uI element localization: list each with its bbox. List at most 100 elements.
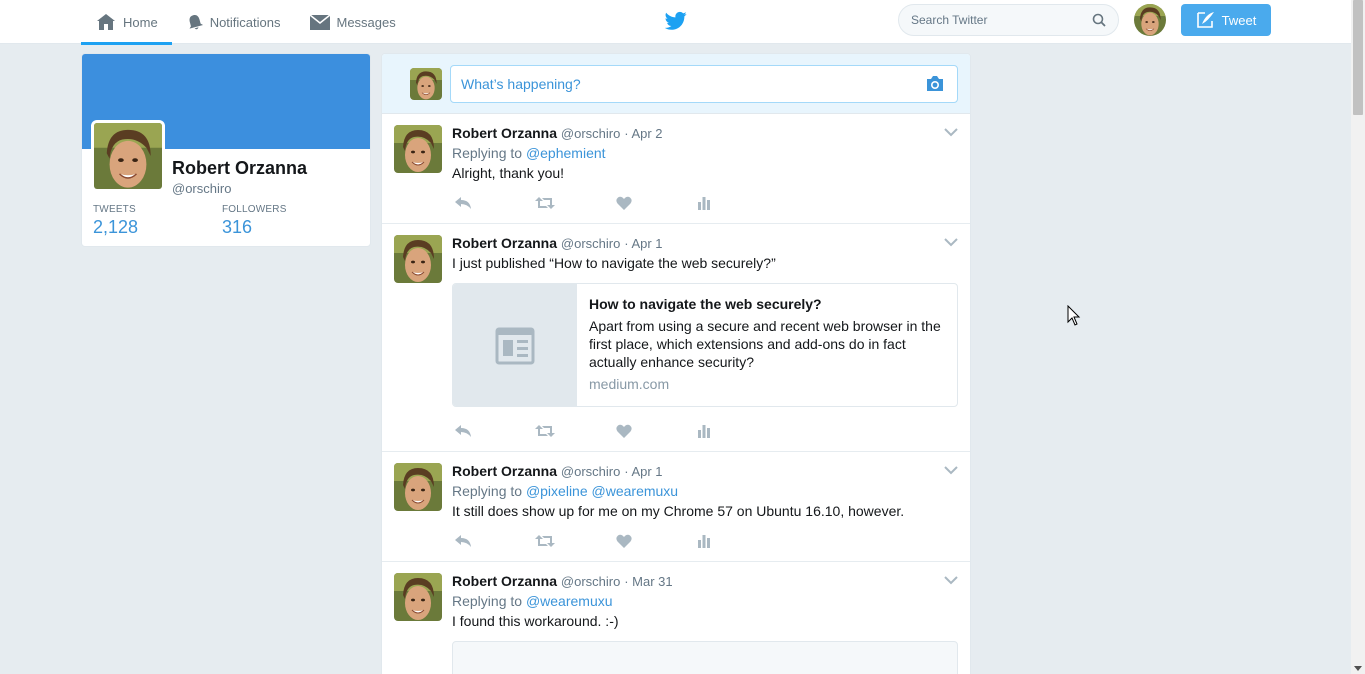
twitter-bird-icon[interactable] xyxy=(665,11,687,31)
card-description: Apart from using a secure and recent web… xyxy=(589,318,941,370)
quill-icon xyxy=(1196,12,1214,28)
composer-placeholder: What’s happening? xyxy=(461,76,581,92)
link-card[interactable]: How to navigate the web securely? Apart … xyxy=(452,283,958,407)
tweet-date[interactable]: · Apr 2 xyxy=(624,126,662,141)
tweet-author-handle[interactable]: @orschiro xyxy=(561,126,620,141)
tweet-author-name[interactable]: Robert Orzanna xyxy=(452,463,557,479)
reply-icon xyxy=(455,425,471,437)
card-thumbnail xyxy=(453,284,577,406)
tweet-composer: What’s happening? xyxy=(382,54,970,114)
tweet-date[interactable]: · Apr 1 xyxy=(624,464,662,479)
nav-home[interactable]: Home xyxy=(81,0,172,45)
tweet-author-name[interactable]: Robert Orzanna xyxy=(452,573,557,589)
reply-button[interactable] xyxy=(454,196,535,210)
profile-card: Robert Orzanna @orschiro TWEETS 2,128 FO… xyxy=(81,53,371,247)
article-icon xyxy=(495,327,535,365)
tweets-stat[interactable]: TWEETS 2,128 xyxy=(93,204,138,238)
tweet-avatar[interactable] xyxy=(394,463,442,511)
tweet-date[interactable]: · Mar 31 xyxy=(624,574,672,589)
tweet-text: Alright, thank you! xyxy=(452,165,565,181)
retweet-icon xyxy=(535,425,555,437)
composer-input[interactable]: What’s happening? xyxy=(450,65,958,103)
chevron-down-icon[interactable] xyxy=(944,127,958,137)
tweet-item[interactable]: Robert Orzanna @orschiro · Apr 1 Replyin… xyxy=(382,452,970,562)
tweet-actions xyxy=(452,411,958,451)
tweet-avatar[interactable] xyxy=(394,235,442,283)
bell-icon xyxy=(189,15,203,30)
mention-link[interactable]: @wearemuxu xyxy=(526,593,613,609)
analytics-icon xyxy=(698,197,710,210)
tweet-text: I just published “How to navigate the we… xyxy=(452,255,776,271)
tweet-actions xyxy=(452,521,958,561)
tweet-author-handle[interactable]: @orschiro xyxy=(561,574,620,589)
followers-stat[interactable]: FOLLOWERS 316 xyxy=(222,204,287,238)
tweet-actions xyxy=(452,183,958,223)
tweet-replying-to: Replying to @pixeline @wearemuxu xyxy=(452,481,958,501)
tweet-author-name[interactable]: Robert Orzanna xyxy=(452,125,557,141)
reply-button[interactable] xyxy=(454,424,535,438)
profile-name[interactable]: Robert Orzanna xyxy=(172,158,307,179)
reply-icon xyxy=(455,197,471,209)
scrollbar-thumb[interactable] xyxy=(1353,0,1363,115)
tweet-item[interactable]: Robert Orzanna @orschiro · Mar 31 Replyi… xyxy=(382,562,970,674)
retweet-button[interactable] xyxy=(535,534,616,548)
followers-stat-label: FOLLOWERS xyxy=(222,204,287,215)
tweets-stat-value: 2,128 xyxy=(93,217,139,237)
mention-link[interactable]: @pixeline @wearemuxu xyxy=(526,483,678,499)
nav-home-label: Home xyxy=(123,14,158,30)
tweet-item[interactable]: Robert Orzanna @orschiro · Apr 1 I just … xyxy=(382,224,970,452)
tweet-media[interactable] xyxy=(452,641,958,674)
like-button[interactable] xyxy=(616,196,697,210)
tweet-text: It still does show up for me on my Chrom… xyxy=(452,503,905,519)
replying-to-label: Replying to xyxy=(452,145,523,161)
home-icon xyxy=(97,14,115,30)
tweet-avatar[interactable] xyxy=(394,125,442,173)
nav-messages[interactable]: Messages xyxy=(295,0,410,44)
camera-icon[interactable] xyxy=(925,75,945,93)
search-icon[interactable] xyxy=(1092,13,1106,27)
page-scrollbar[interactable] xyxy=(1351,0,1365,674)
nav-messages-label: Messages xyxy=(336,14,396,30)
mention-link[interactable]: @ephemient xyxy=(526,145,606,161)
tweet-replying-to: Replying to @ephemient xyxy=(452,143,958,163)
nav-notifications-label: Notifications xyxy=(209,14,281,30)
compose-tweet-label: Tweet xyxy=(1221,12,1257,28)
retweet-button[interactable] xyxy=(535,424,616,438)
card-title: How to navigate the web securely? xyxy=(589,296,822,312)
reply-button[interactable] xyxy=(454,534,535,548)
analytics-button[interactable] xyxy=(697,534,778,548)
replying-to-label: Replying to xyxy=(452,483,523,499)
tweet-avatar[interactable] xyxy=(394,573,442,621)
retweet-icon xyxy=(535,535,555,547)
analytics-button[interactable] xyxy=(697,424,778,438)
tweet-author-handle[interactable]: @orschiro xyxy=(561,464,620,479)
profile-avatar[interactable] xyxy=(91,120,165,192)
heart-icon xyxy=(616,534,632,548)
account-avatar[interactable] xyxy=(1134,4,1166,36)
retweet-button[interactable] xyxy=(535,196,616,210)
analytics-icon xyxy=(698,535,710,548)
envelope-icon xyxy=(309,14,330,30)
tweet-author-name[interactable]: Robert Orzanna xyxy=(452,235,557,251)
tweet-item[interactable]: Robert Orzanna @orschiro · Apr 2 Replyin… xyxy=(382,114,970,224)
timeline: What’s happening? Robert Orzanna @orschi… xyxy=(381,53,971,674)
tweet-date[interactable]: · Apr 1 xyxy=(624,236,662,251)
like-button[interactable] xyxy=(616,534,697,548)
scroll-down-arrow[interactable] xyxy=(1354,666,1362,671)
compose-tweet-button[interactable]: Tweet xyxy=(1181,4,1271,36)
analytics-button[interactable] xyxy=(697,196,778,210)
tweets-stat-label: TWEETS xyxy=(93,204,136,215)
chevron-down-icon[interactable] xyxy=(944,465,958,475)
nav-notifications[interactable]: Notifications xyxy=(172,0,295,44)
chevron-down-icon[interactable] xyxy=(944,575,958,585)
tweet-author-handle[interactable]: @orschiro xyxy=(561,236,620,251)
heart-icon xyxy=(616,424,632,438)
tweet-text: I found this workaround. :-) xyxy=(452,613,619,629)
analytics-icon xyxy=(698,425,710,438)
like-button[interactable] xyxy=(616,424,697,438)
profile-handle[interactable]: @orschiro xyxy=(172,181,231,196)
retweet-icon xyxy=(535,197,555,209)
chevron-down-icon[interactable] xyxy=(944,237,958,247)
search-input[interactable] xyxy=(911,13,1092,27)
reply-icon xyxy=(455,535,471,547)
